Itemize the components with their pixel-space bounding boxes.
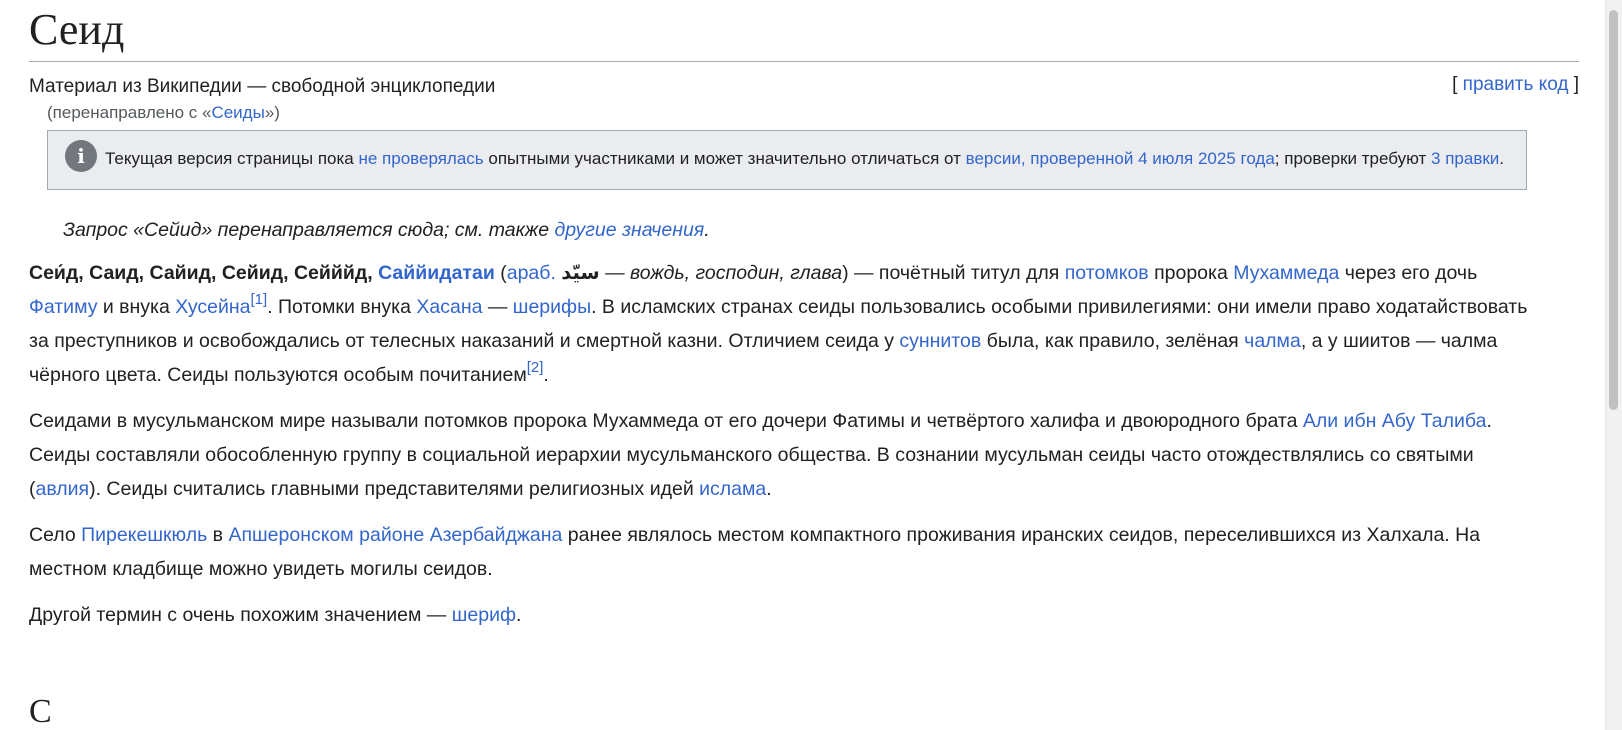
paragraph-4: Другой термин с очень похожим значением … — [29, 598, 1539, 632]
subtitle-row: Материал из Википедии — свободной энцикл… — [29, 74, 1579, 102]
redirect-suffix: ») — [264, 103, 280, 122]
flagged-revs-notice: i Текущая версия страницы пока не провер… — [47, 130, 1527, 190]
edit-bracket-close: ] — [1568, 74, 1579, 95]
text: и внука — [97, 296, 176, 318]
notice-text-1: Текущая версия страницы пока — [105, 149, 359, 168]
text: . — [543, 364, 549, 386]
hatnote-end: . — [704, 219, 710, 241]
notice-link-stable-version[interactable]: версии, проверенной 4 июля 2025 года — [966, 149, 1275, 168]
link-descendants[interactable]: потомков — [1065, 262, 1149, 284]
text: . — [766, 478, 772, 500]
edit-bracket-open: [ — [1452, 74, 1463, 95]
text: Сеидами в мусульманском мире называли по… — [29, 410, 1303, 432]
link-sunnis[interactable]: суннитов — [899, 330, 981, 352]
text: была, как правило, зелёная — [981, 330, 1245, 352]
reference-1[interactable]: [1] — [251, 291, 268, 308]
notice-text-3: ; проверки требуют — [1274, 149, 1432, 168]
link-hasan[interactable]: Хасана — [416, 296, 482, 318]
text: . Потомки внука — [267, 296, 417, 318]
page-title: Сеид — [29, 0, 1579, 62]
text: пророка — [1148, 262, 1234, 284]
hatnote: Запрос «Сейид» перенаправляется сюда; см… — [63, 216, 1579, 244]
text: . — [516, 604, 522, 626]
link-turban[interactable]: чалма — [1244, 330, 1301, 352]
link-awliya[interactable]: авлия — [36, 478, 90, 500]
text: Село — [29, 524, 82, 546]
link-arabic[interactable]: араб. — [507, 262, 556, 284]
link-sharif[interactable]: шерифы — [513, 296, 591, 318]
hatnote-text: Запрос «Сейид» перенаправляется сюда; см… — [63, 219, 555, 241]
edit-source-button[interactable]: править код — [1463, 74, 1569, 95]
link-ali[interactable]: Али ибн Абу Талиба — [1303, 410, 1487, 432]
edit-source-link: [ править код ] — [1452, 74, 1579, 96]
text: ) — почётный титул для — [842, 262, 1065, 284]
text: ). Сеиды считались главными представител… — [89, 478, 700, 500]
paragraph-3: Село Пирекешкюль в Апшеронском районе Аз… — [29, 518, 1539, 586]
redirect-source-link[interactable]: Сеиды — [211, 103, 264, 122]
site-subtitle: Материал из Википедии — свободной энцикл… — [29, 76, 496, 97]
text: через его дочь — [1339, 262, 1478, 284]
notice-link-unchecked[interactable]: не проверялась — [358, 149, 483, 168]
link-islam[interactable]: ислама — [699, 478, 766, 500]
arabic-term: سيّد — [561, 261, 600, 284]
reference-2[interactable]: [2] — [527, 359, 544, 376]
link-pirekeshkul[interactable]: Пирекешкюль — [81, 524, 207, 546]
info-icon: i — [65, 140, 97, 172]
redirect-prefix: (перенаправлено с « — [47, 103, 212, 122]
text: ( — [494, 262, 507, 284]
term-bold-link: Саййидатаи — [378, 262, 495, 284]
link-fatima[interactable]: Фатиму — [29, 296, 97, 318]
text: в — [207, 524, 229, 546]
link-absheron-district[interactable]: Апшеронском районе Азербайджана — [228, 524, 562, 546]
scrollbar[interactable] — [1605, 0, 1622, 730]
link-muhammad[interactable]: Мухаммеда — [1233, 262, 1339, 284]
link-sharif-2[interactable]: шериф — [452, 604, 516, 626]
notice-link-pending-edits[interactable]: 3 правки — [1431, 149, 1499, 168]
redirect-note: (перенаправлено с «Сеиды») — [47, 102, 1579, 124]
translation-italic: — вождь, господин, глава — [599, 262, 843, 284]
notice-text-2: опытными участниками и может значительно… — [483, 149, 966, 168]
text: — — [482, 296, 513, 318]
section-heading-partial: С — [29, 693, 52, 730]
hatnote-disambiguation-link[interactable]: другие значения — [555, 219, 705, 241]
paragraph-2: Сеидами в мусульманском мире называли по… — [29, 404, 1539, 506]
article-content: Сеид Материал из Википедии — свободной э… — [29, 0, 1579, 632]
scrollbar-thumb[interactable] — [1609, 10, 1618, 410]
link-sayyidatai[interactable]: Саййидатаи — [378, 262, 495, 284]
notice-text-4: . — [1499, 149, 1505, 168]
text: Другой термин с очень похожим значением … — [29, 604, 452, 626]
term-bold: Сеи́д, Саид, Сайид, Сейид, Сейййд, — [29, 262, 373, 284]
link-husayn[interactable]: Хусейна — [175, 296, 250, 318]
paragraph-intro: Сеи́д, Саид, Сайид, Сейид, Сейййд, Саййи… — [29, 256, 1539, 392]
